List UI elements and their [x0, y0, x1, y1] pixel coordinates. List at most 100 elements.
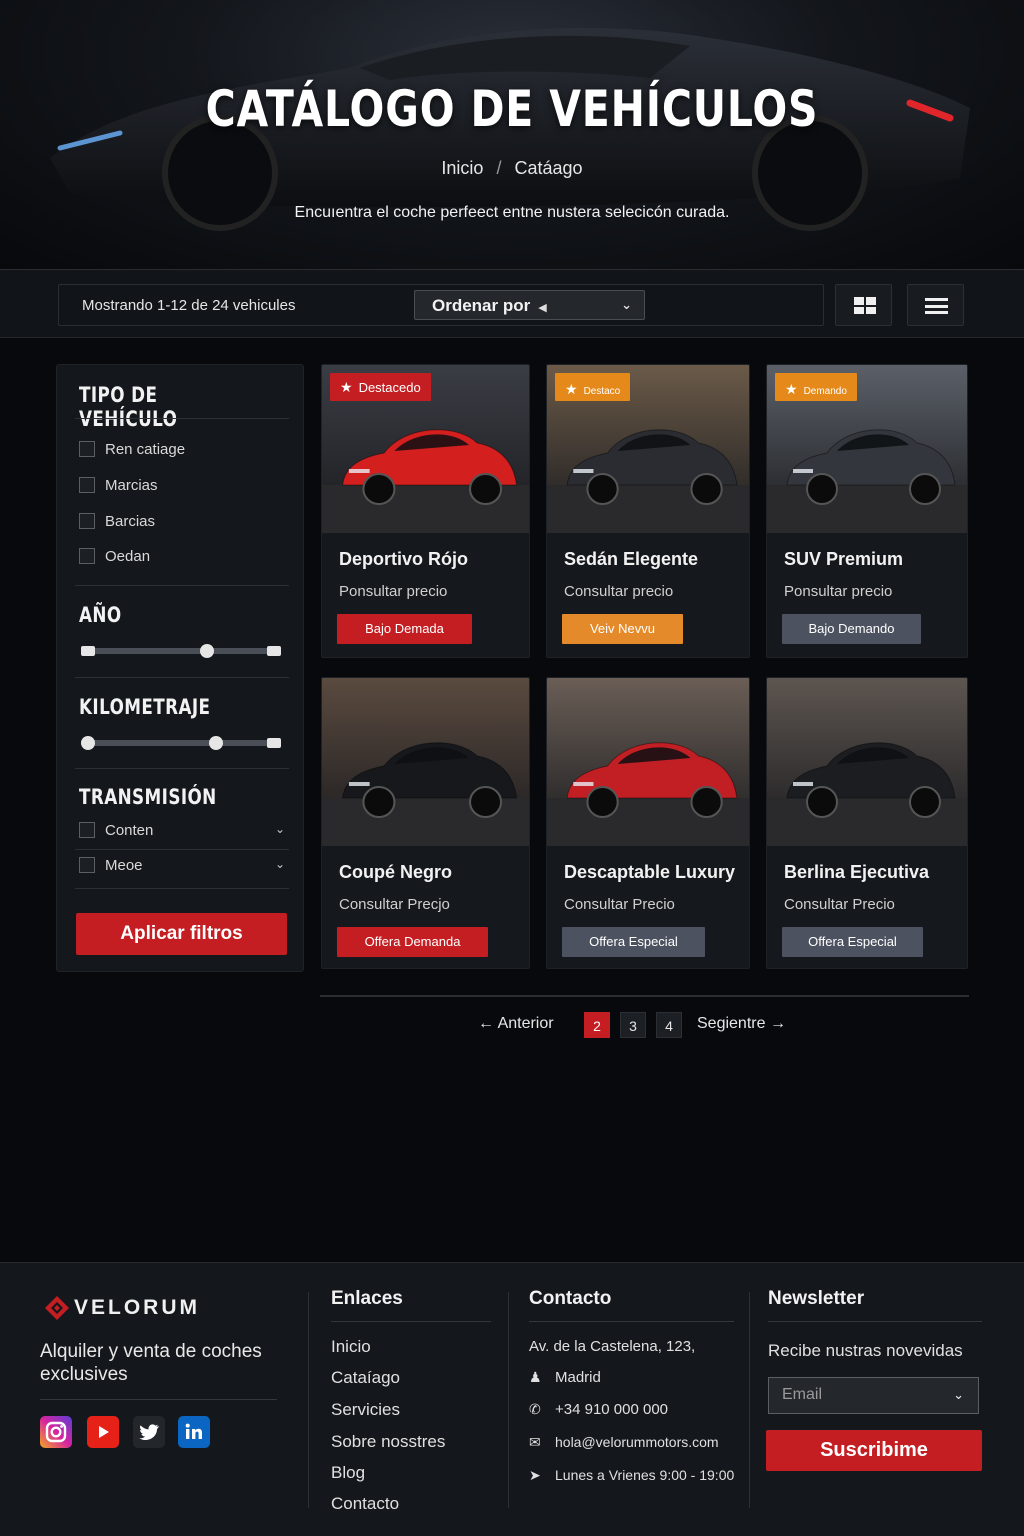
chevron-down-icon[interactable]: ⌄ — [275, 857, 285, 871]
footer-contact-heading: Contacto — [529, 1288, 612, 1309]
pagination-divider — [320, 995, 969, 997]
transmission-option[interactable]: Meoe ⌄ — [79, 857, 285, 874]
vehicle-tag[interactable]: Offera Especial — [782, 927, 923, 957]
vehicle-title[interactable]: Deportivo Rójo — [339, 549, 468, 570]
vehicle-tag[interactable]: Offera Especial — [562, 927, 705, 957]
page-title: CATÁLOGO DE VEHÍCULOS — [205, 80, 819, 138]
divider — [75, 585, 289, 586]
divider — [308, 1292, 309, 1508]
vehicle-tag[interactable]: Bajo Demando — [782, 614, 921, 644]
chevron-down-icon: ⌄ — [621, 297, 632, 312]
sort-dropdown[interactable]: Ordenar por ◀ ⌄ — [414, 290, 645, 320]
type-option-label: Ren catiage — [105, 441, 186, 458]
type-option-label: Barcias — [105, 513, 156, 530]
checkbox[interactable] — [79, 548, 95, 564]
footer-link-sobre-nosotros[interactable]: Sobre nosstres — [331, 1432, 445, 1452]
vehicle-tag[interactable]: Offera Demanda — [337, 927, 488, 957]
contact-city: ♟ Madrid — [529, 1369, 601, 1386]
type-option[interactable]: Marcias — [79, 477, 158, 494]
grid-view-button[interactable] — [835, 284, 892, 326]
filters-sidebar: TIPO DE VEHÍCULO Ren catiage Marcias Bar… — [56, 364, 304, 972]
hero-banner: CATÁLOGO DE VEHÍCULOS Inicio / Catáago E… — [0, 0, 1024, 270]
vehicle-card[interactable]: ★ Destacedo Deportivo Rójo Ponsultar precio… — [321, 364, 530, 658]
linkedin-icon[interactable] — [178, 1416, 210, 1448]
vehicle-title[interactable]: SUV Premium — [784, 549, 903, 570]
vehicle-card[interactable]: Coupé Negro Consultar Precjo Offera Demand… — [321, 677, 530, 969]
footer-tagline: Alquiler y venta de coches exclusives — [40, 1341, 262, 1385]
contact-email[interactable]: ✉ hola@velorummotors.com — [529, 1434, 719, 1451]
vehicle-title[interactable]: Sedán Elegente — [564, 549, 698, 570]
type-option[interactable]: Ren catiage — [79, 441, 185, 458]
footer-link-catalogo[interactable]: Cataíago — [331, 1368, 400, 1388]
vehicle-tag[interactable]: Veiv Nevvu — [562, 614, 683, 644]
year-range-slider[interactable] — [81, 644, 281, 658]
contact-phone[interactable]: ✆ +34 910 000 000 — [529, 1401, 668, 1418]
vehicle-card[interactable]: ★ Demando SUV Premium Ponsultar precio Bajo … — [766, 364, 968, 658]
transmission-option[interactable]: Conten ⌄ — [79, 822, 285, 839]
type-option[interactable]: Oedan — [79, 548, 150, 565]
footer-links-heading: Enlaces — [331, 1288, 403, 1309]
chevron-down-icon: ⌄ — [953, 1387, 964, 1402]
sort-label: Ordenar por — [432, 296, 531, 315]
divider — [75, 418, 289, 419]
phone-icon: ✆ — [529, 1401, 541, 1417]
page-number-3[interactable]: 3 — [620, 1012, 646, 1038]
range-mid-handle[interactable] — [209, 736, 224, 750]
checkbox[interactable] — [79, 477, 95, 493]
mileage-range-slider[interactable] — [81, 736, 281, 750]
vehicle-photo[interactable] — [767, 678, 967, 846]
transmission-heading: TRANSMISIÓN — [79, 785, 217, 809]
transmission-label: Meoe — [105, 857, 143, 874]
range-mid-handle[interactable] — [200, 644, 215, 658]
breadcrumb-home[interactable]: Inicio — [441, 158, 483, 178]
range-min-handle[interactable] — [81, 646, 95, 656]
chevron-down-icon[interactable]: ⌄ — [275, 822, 285, 836]
vehicle-photo[interactable] — [322, 678, 529, 846]
checkbox[interactable] — [79, 513, 95, 529]
checkbox[interactable] — [79, 441, 95, 457]
vehicle-type-heading: TIPO DE VEHÍCULO — [79, 383, 178, 431]
type-option[interactable]: Barcias — [79, 513, 155, 530]
email-placeholder: Email — [782, 1386, 823, 1403]
range-max-handle[interactable] — [267, 738, 281, 748]
divider — [749, 1292, 750, 1508]
vehicle-card[interactable]: Descaptable Luxury Consultar Precio Offera… — [546, 677, 750, 969]
instagram-icon[interactable] — [40, 1416, 72, 1448]
grid-view-icon — [854, 297, 876, 314]
vehicle-card[interactable]: ★ Destaco Sedán Elegente Consultar precio Ve… — [546, 364, 750, 658]
list-view-icon — [925, 298, 948, 314]
page-number-2[interactable]: 2 — [584, 1012, 610, 1038]
divider — [75, 677, 289, 678]
vehicle-tag[interactable]: Bajo Demada — [337, 614, 472, 644]
checkbox[interactable] — [79, 822, 95, 838]
footer-link-blog[interactable]: Blog — [331, 1463, 365, 1483]
range-max-handle[interactable] — [267, 646, 281, 656]
star-icon: ★ — [785, 381, 798, 397]
vehicle-photo[interactable] — [547, 678, 749, 846]
footer-link-inicio[interactable]: Inicio — [331, 1337, 371, 1357]
brand-name: VELORUM — [74, 1296, 200, 1319]
star-icon: ★ — [565, 381, 578, 397]
hero-subtitle: Encuıentra el coche perfeect entne nuste… — [294, 204, 730, 221]
footer-link-servicios[interactable]: Servicies — [331, 1400, 400, 1420]
subscribe-button[interactable]: Suscribime — [766, 1430, 982, 1471]
divider — [529, 1321, 734, 1322]
vehicle-price: Consultar precio — [564, 583, 674, 600]
newsletter-email-input[interactable]: Email ⌄ — [768, 1377, 979, 1414]
footer-link-contacto[interactable]: Contacto — [331, 1494, 399, 1514]
previous-page-link[interactable]: ← Anterior — [478, 1015, 554, 1033]
list-view-button[interactable] — [907, 284, 964, 326]
checkbox[interactable] — [79, 857, 95, 873]
vehicle-title[interactable]: Descaptable Luxury — [564, 862, 735, 883]
youtube-icon[interactable] — [87, 1416, 119, 1448]
newsletter-description: Recibe nustras novevidas — [768, 1341, 963, 1360]
vehicle-title[interactable]: Berlina Ejecutiva — [784, 862, 929, 883]
transmission-label: Conten — [105, 822, 154, 839]
range-min-handle[interactable] — [81, 736, 95, 750]
vehicle-card[interactable]: Berlina Ejecutiva Consultar Precio Offera … — [766, 677, 968, 969]
apply-filters-button[interactable]: Aplicar filtros — [76, 913, 287, 955]
twitter-icon[interactable] — [133, 1416, 165, 1448]
next-page-link[interactable]: Segientre → — [697, 1015, 786, 1033]
page-number-4[interactable]: 4 — [656, 1012, 682, 1038]
vehicle-title[interactable]: Coupé Negro — [339, 862, 452, 883]
